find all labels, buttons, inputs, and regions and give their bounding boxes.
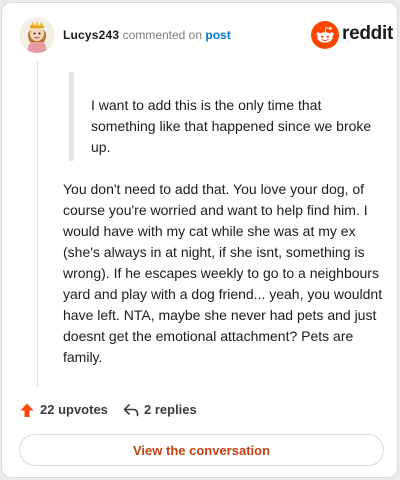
quoted-text: I want to add this is the only time that…	[91, 97, 372, 155]
replies-stat[interactable]: 2 replies	[123, 401, 197, 419]
upvotes-label: 22 upvotes	[40, 402, 108, 417]
quote-bar	[69, 72, 74, 161]
comment-body: You don't need to add that. You love you…	[63, 181, 383, 365]
username[interactable]: Lucys243	[63, 28, 119, 42]
snoo-avatar-icon	[19, 17, 55, 53]
brand[interactable]: reddit	[311, 21, 393, 49]
post-link[interactable]: post	[205, 28, 230, 42]
view-conversation-button[interactable]: View the conversation	[19, 434, 384, 466]
thread-line	[37, 61, 38, 387]
upvote-arrow-icon	[20, 403, 34, 417]
brand-wordmark: reddit	[342, 23, 393, 44]
byline: Lucys243 commented on post	[63, 28, 231, 42]
replies-label: 2 replies	[144, 402, 197, 417]
reply-arrow-icon	[123, 404, 139, 417]
byline-action: commented on	[122, 28, 203, 42]
avatar[interactable]	[19, 17, 55, 53]
reddit-logo-icon	[311, 21, 339, 49]
comment-header: Lucys243 commented on post reddit	[2, 3, 397, 63]
upvotes-stat[interactable]: 22 upvotes	[19, 401, 108, 419]
comment-card: Lucys243 commented on post reddit I want…	[1, 2, 398, 478]
